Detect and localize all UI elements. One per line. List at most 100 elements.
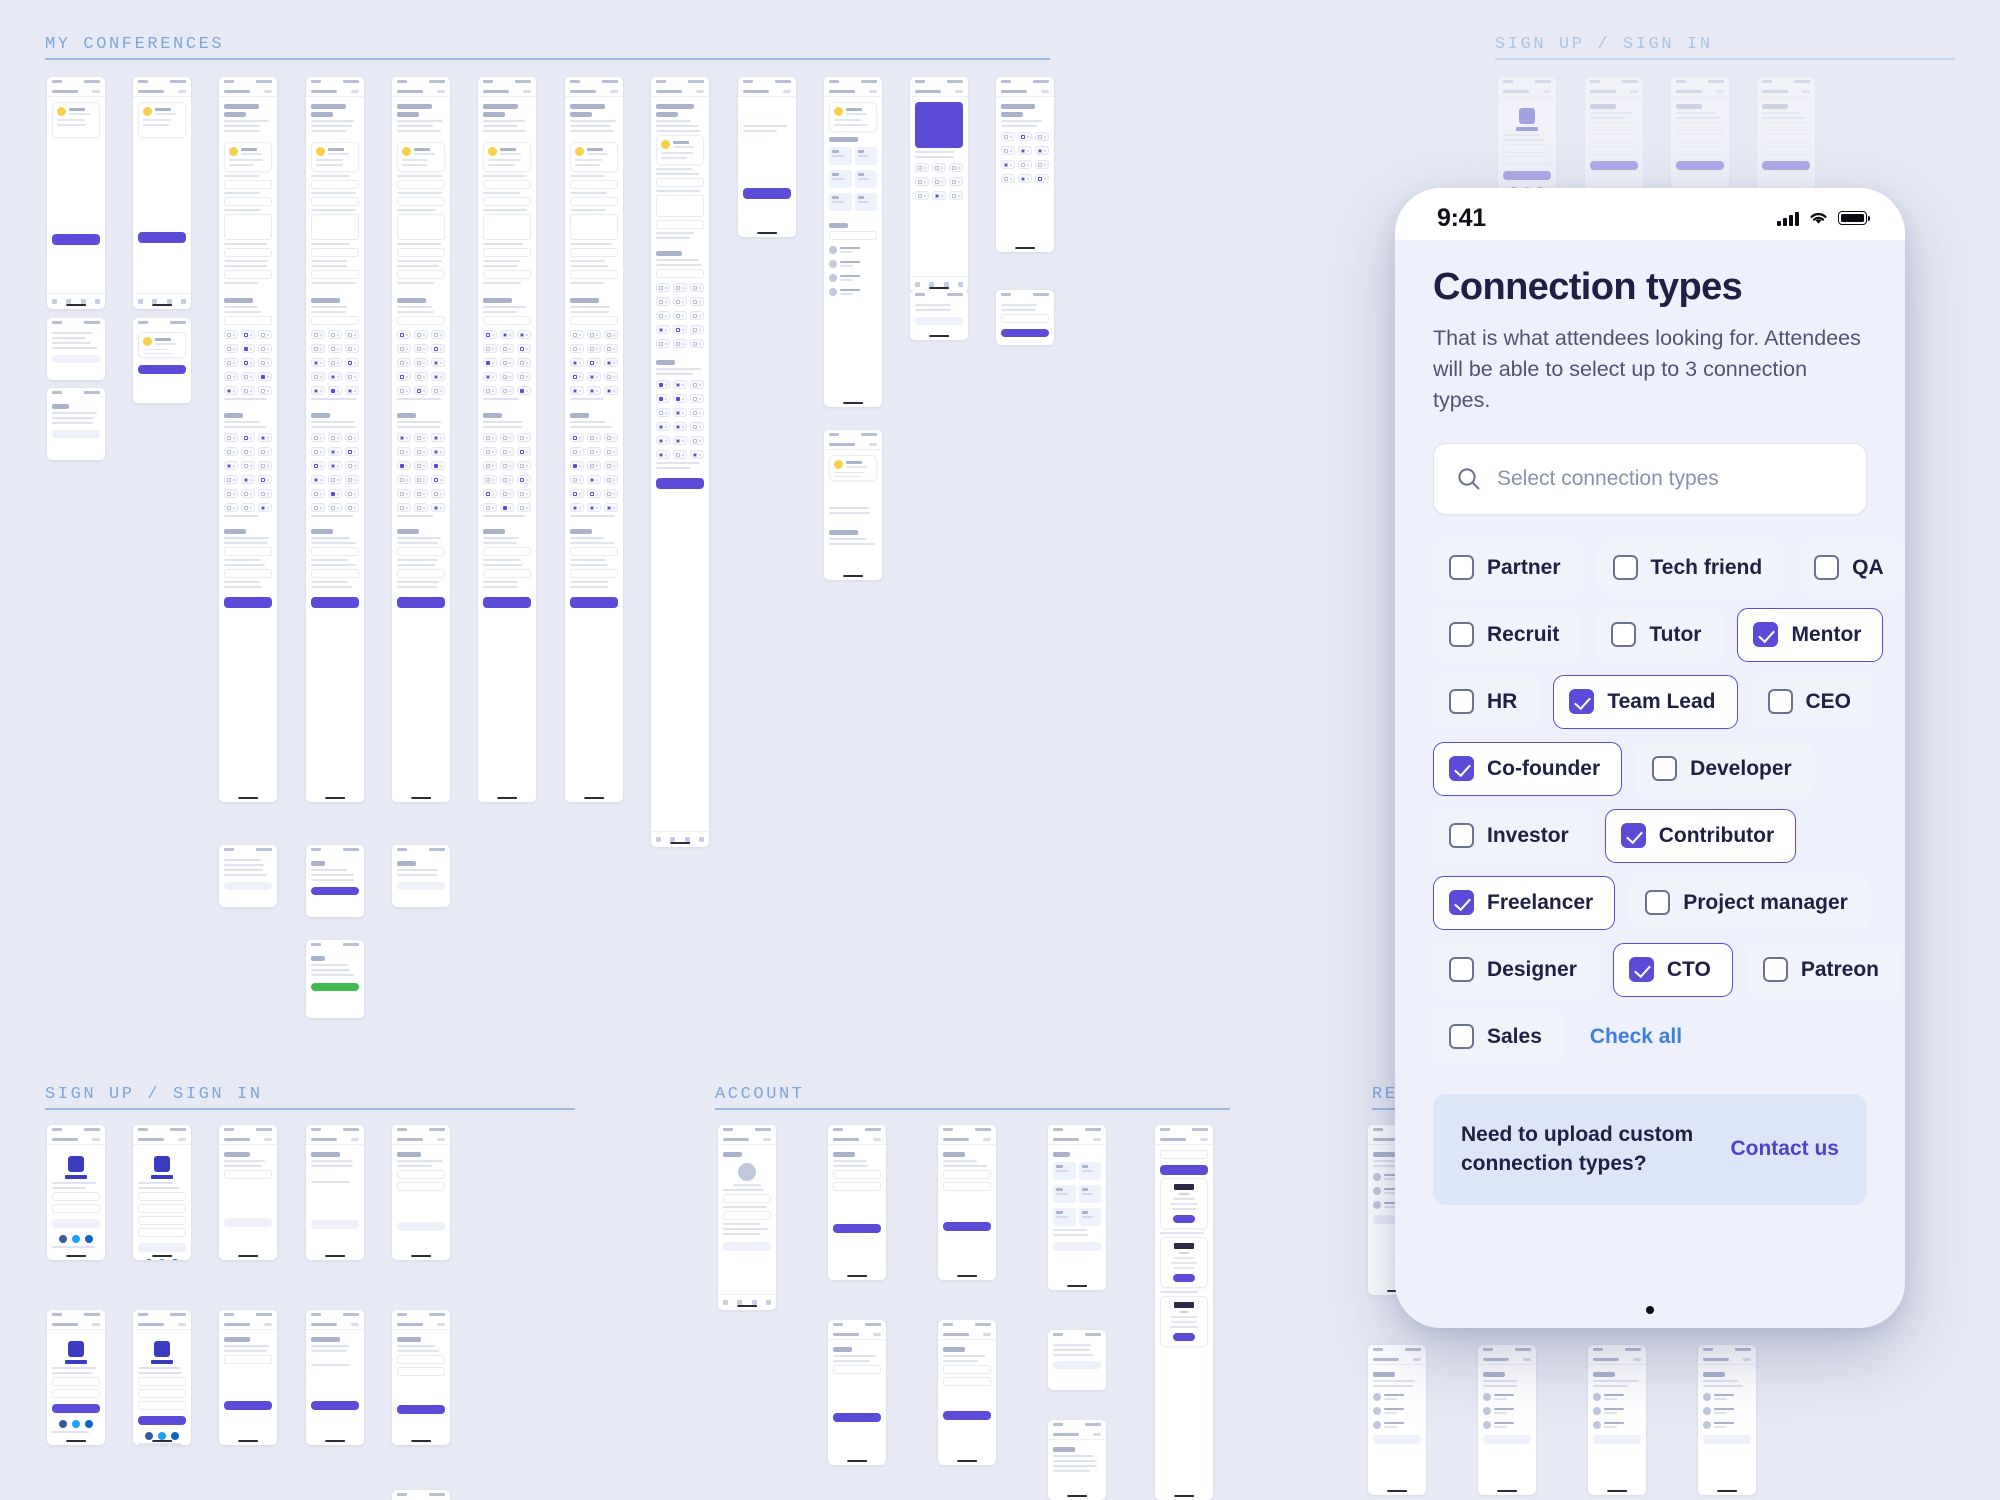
wireframe-part [733, 1184, 762, 1186]
connection-type-tutor[interactable]: Tutor [1595, 608, 1723, 662]
connection-type-qa[interactable]: QA [1798, 541, 1905, 595]
check-all-link[interactable]: Check all [1590, 1025, 1682, 1049]
checkbox-icon[interactable] [1753, 622, 1778, 647]
checkbox-icon[interactable] [1645, 890, 1670, 915]
wireframe-part [656, 130, 701, 132]
connection-type-label: Designer [1487, 958, 1577, 982]
checkbox-icon[interactable] [1449, 756, 1474, 781]
wireframe-input [1160, 1150, 1208, 1159]
wireframe-home-indicator [737, 1305, 757, 1307]
wireframe-part [1604, 1422, 1624, 1425]
wireframe-part [723, 1206, 767, 1208]
wireframe-part [665, 384, 667, 386]
connection-type-team-lead[interactable]: Team Lead [1553, 675, 1737, 729]
wireframe-part [1174, 1257, 1195, 1259]
search-field[interactable]: Select connection types [1433, 443, 1867, 515]
connection-type-designer[interactable]: Designer [1433, 943, 1599, 997]
wireframe-logo [52, 1156, 100, 1179]
wireframe-part [613, 479, 615, 481]
contact-us-link[interactable]: Contact us [1730, 1137, 1839, 1161]
wireframe-checkbox [503, 347, 507, 351]
connection-type-sales[interactable]: Sales [1433, 1010, 1564, 1064]
wireframe-part [138, 1367, 180, 1369]
wireframe-checkbox [918, 180, 922, 184]
connection-type-co-founder[interactable]: Co-founder [1433, 742, 1622, 796]
wireframe-tab-icon [915, 282, 920, 287]
wireframe-chip [241, 433, 255, 442]
wireframe-part [682, 287, 684, 289]
wireframe-nav-bar [1585, 86, 1643, 97]
checkbox-icon[interactable] [1449, 890, 1474, 915]
checkbox-icon[interactable] [1621, 823, 1646, 848]
wireframe-checkbox [918, 166, 922, 170]
home-indicator[interactable] [1646, 1306, 1654, 1314]
checkbox-icon[interactable] [1449, 1024, 1474, 1049]
wireframe-home-indicator [238, 1255, 258, 1257]
connection-type-recruit[interactable]: Recruit [1433, 608, 1581, 662]
checkbox-icon[interactable] [1652, 756, 1677, 781]
checkbox-icon[interactable] [1449, 823, 1474, 848]
checkbox-icon[interactable] [1449, 689, 1474, 714]
wireframe-part [570, 413, 589, 418]
connection-type-tech-friend[interactable]: Tech friend [1597, 541, 1785, 595]
connection-type-contributor[interactable]: Contributor [1605, 809, 1796, 863]
checkbox-icon[interactable] [1449, 555, 1474, 580]
checkbox-icon[interactable] [1814, 555, 1839, 580]
wireframe-checkbox [573, 436, 577, 440]
wireframe-chip [604, 433, 618, 442]
wireframe-status-bar [828, 1125, 886, 1134]
wireframe-part [488, 164, 515, 166]
wireframe-part [440, 493, 442, 495]
wireframe-home-indicator [929, 287, 949, 289]
connection-type-ceo[interactable]: CEO [1752, 675, 1874, 729]
wireframe-chip-row [224, 433, 272, 442]
wireframe-part [656, 190, 700, 192]
checkbox-icon[interactable] [1613, 555, 1638, 580]
wireframe-part [224, 1165, 262, 1167]
wireframe-status-bar [392, 77, 450, 86]
connection-type-investor[interactable]: Investor [1433, 809, 1591, 863]
wireframe-part [1590, 104, 1616, 109]
wireframe-nav-bar [1048, 1134, 1106, 1145]
wireframe-checkbox [1038, 149, 1042, 153]
wireframe-part [526, 507, 528, 509]
wireframe-checkbox [659, 383, 663, 387]
wireframe-social-icon [145, 1259, 153, 1260]
checkbox-icon[interactable] [1449, 622, 1474, 647]
wireframe-part [1010, 178, 1012, 180]
connection-type-patreon[interactable]: Patreon [1747, 943, 1901, 997]
connection-type-cto[interactable]: CTO [1613, 943, 1733, 997]
wireframe-input [1676, 122, 1724, 131]
wireframe-primary-button [311, 1401, 359, 1410]
wireframe-part [397, 130, 441, 132]
wireframe-profile [723, 1163, 771, 1186]
checkbox-icon[interactable] [1763, 957, 1788, 982]
wireframe-part [665, 343, 667, 345]
connection-type-freelancer[interactable]: Freelancer [1433, 876, 1615, 930]
wireframe-chip-row [224, 447, 272, 456]
wireframe-part [178, 1323, 186, 1326]
connection-type-mentor[interactable]: Mentor [1737, 608, 1883, 662]
wireframe-chip [690, 422, 704, 431]
checkbox-icon[interactable] [1768, 689, 1793, 714]
wireframe-chip-row [915, 163, 963, 172]
wireframe-checkbox [607, 375, 611, 379]
wireframe-part [570, 243, 612, 245]
connection-type-project-manager[interactable]: Project manager [1629, 876, 1870, 930]
checkbox-icon[interactable] [1449, 957, 1474, 982]
wireframe-part [596, 376, 598, 378]
connection-type-developer[interactable]: Developer [1636, 742, 1814, 796]
wireframe-part [354, 451, 356, 453]
wireframe-part [840, 275, 877, 282]
checkbox-icon[interactable] [1569, 689, 1594, 714]
wireframe-part [1593, 1358, 1619, 1361]
wireframe-part [1056, 1165, 1063, 1168]
wireframe-part [1604, 1394, 1624, 1397]
connection-type-partner[interactable]: Partner [1433, 541, 1583, 595]
wireframe-chip-row [656, 325, 704, 334]
connection-type-hr[interactable]: HR [1433, 675, 1539, 729]
checkbox-icon[interactable] [1629, 957, 1654, 982]
wireframe-chip [397, 330, 411, 339]
wireframe-input [224, 180, 272, 189]
checkbox-icon[interactable] [1611, 622, 1636, 647]
